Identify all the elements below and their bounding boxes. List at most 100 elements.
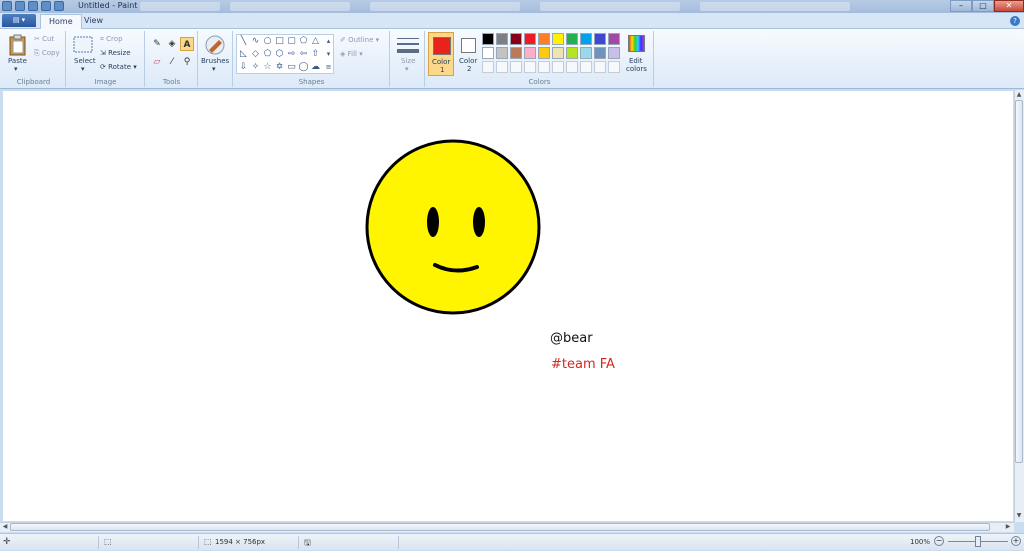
rounded-rectangle-shape-icon[interactable]: ▢ <box>286 36 297 47</box>
palette-swatch[interactable] <box>552 33 564 45</box>
five-point-star-shape-icon[interactable]: ☆ <box>262 62 273 73</box>
palette-empty-swatch[interactable] <box>538 61 550 73</box>
shapes-scroll-up-icon[interactable]: ▴ <box>323 36 334 47</box>
paste-icon[interactable] <box>8 34 28 56</box>
palette-swatch[interactable] <box>496 47 508 59</box>
palette-swatch[interactable] <box>524 33 536 45</box>
hexagon-shape-icon[interactable]: ⬡ <box>274 49 285 60</box>
palette-empty-swatch[interactable] <box>566 61 578 73</box>
crop-button[interactable]: ⌗ Crop <box>100 35 123 44</box>
minimize-button[interactable]: – <box>950 0 972 12</box>
palette-swatch[interactable] <box>580 47 592 59</box>
help-icon[interactable]: ? <box>1010 16 1020 26</box>
palette-swatch[interactable] <box>482 33 494 45</box>
paint-menu-button[interactable]: ▤ ▾ <box>2 14 36 27</box>
close-button[interactable]: ✕ <box>994 0 1024 12</box>
paste-dropdown-icon[interactable]: ▾ <box>14 65 18 73</box>
zoom-out-button[interactable]: − <box>934 536 944 546</box>
palette-empty-swatch[interactable] <box>496 61 508 73</box>
shapes-expand-icon[interactable]: ≡ <box>323 62 334 73</box>
up-arrow-shape-icon[interactable]: ⇧ <box>310 49 321 60</box>
color-picker-icon[interactable]: ⁄ <box>165 55 179 69</box>
pentagon-shape-icon[interactable]: ⬠ <box>262 49 273 60</box>
palette-swatch[interactable] <box>594 47 606 59</box>
size-button-label[interactable]: Size <box>401 57 415 65</box>
palette-empty-swatch[interactable] <box>482 61 494 73</box>
scroll-right-icon[interactable]: ▶ <box>1004 523 1012 531</box>
fill-bucket-icon[interactable]: ◈ <box>165 37 179 51</box>
maximize-button[interactable]: □ <box>972 0 994 12</box>
palette-swatch[interactable] <box>566 47 578 59</box>
oval-callout-shape-icon[interactable]: ◯ <box>298 62 309 73</box>
brushes-icon[interactable] <box>204 34 226 56</box>
copy-button[interactable]: ⎘ Copy <box>34 49 60 58</box>
callout-shape-icon[interactable]: ▭ <box>286 62 297 73</box>
palette-swatch[interactable] <box>608 47 620 59</box>
palette-empty-swatch[interactable] <box>524 61 536 73</box>
four-point-star-shape-icon[interactable]: ✧ <box>250 62 261 73</box>
cut-button[interactable]: ✂ Cut <box>34 35 54 43</box>
magnifier-icon[interactable]: ⚲ <box>180 55 194 69</box>
palette-swatch[interactable] <box>552 47 564 59</box>
fill-button[interactable]: ◈ Fill ▾ <box>340 50 363 58</box>
right-arrow-shape-icon[interactable]: ⇨ <box>286 49 297 60</box>
paint-app-icon[interactable] <box>2 1 12 11</box>
tab-view[interactable]: View <box>76 14 111 29</box>
text-tool-icon[interactable]: A <box>180 37 194 51</box>
drawing-canvas[interactable]: @bear #team FA <box>3 91 1013 521</box>
outline-button[interactable]: ✐ Outline ▾ <box>340 36 379 44</box>
rotate-button[interactable]: ⟳ Rotate ▾ <box>100 63 137 71</box>
resize-button[interactable]: ⇲ Resize <box>100 49 131 57</box>
cloud-callout-shape-icon[interactable]: ☁ <box>310 62 321 73</box>
eraser-icon[interactable]: ▱ <box>150 55 164 69</box>
right-triangle-shape-icon[interactable]: ◺ <box>238 49 249 60</box>
polygon-shape-icon[interactable]: ⬠ <box>298 36 309 47</box>
select-dropdown-icon[interactable]: ▾ <box>81 65 85 73</box>
select-icon[interactable] <box>73 36 93 54</box>
size-dropdown-icon[interactable]: ▾ <box>405 65 409 73</box>
paste-button-label[interactable]: Paste <box>8 57 27 65</box>
palette-empty-swatch[interactable] <box>510 61 522 73</box>
palette-empty-swatch[interactable] <box>608 61 620 73</box>
zoom-in-button[interactable]: + <box>1011 536 1021 546</box>
save-icon[interactable] <box>15 1 25 11</box>
palette-swatch[interactable] <box>594 33 606 45</box>
size-icon[interactable] <box>397 37 419 55</box>
color1-button[interactable]: Color 1 <box>428 32 454 76</box>
rectangle-shape-icon[interactable]: □ <box>274 36 285 47</box>
scroll-down-icon[interactable]: ▼ <box>1015 512 1023 520</box>
undo-icon[interactable] <box>28 1 38 11</box>
palette-empty-swatch[interactable] <box>580 61 592 73</box>
palette-swatch[interactable] <box>510 33 522 45</box>
palette-empty-swatch[interactable] <box>594 61 606 73</box>
select-button-label[interactable]: Select <box>74 57 96 65</box>
palette-swatch[interactable] <box>566 33 578 45</box>
brushes-dropdown-icon[interactable]: ▾ <box>212 65 216 73</box>
curve-shape-icon[interactable]: ∿ <box>250 36 261 47</box>
palette-swatch[interactable] <box>510 47 522 59</box>
color2-button[interactable]: Color 2 <box>456 32 482 76</box>
palette-swatch[interactable] <box>496 33 508 45</box>
scroll-up-icon[interactable]: ▲ <box>1015 91 1023 99</box>
zoom-slider-thumb[interactable] <box>975 536 981 547</box>
customize-qat-icon[interactable] <box>54 1 64 11</box>
palette-swatch[interactable] <box>538 47 550 59</box>
edit-colors-button[interactable]: Edit colors <box>625 32 649 76</box>
line-shape-icon[interactable]: ╲ <box>238 36 249 47</box>
shapes-scroll-down-icon[interactable]: ▾ <box>323 49 334 60</box>
redo-icon[interactable] <box>41 1 51 11</box>
palette-swatch[interactable] <box>580 33 592 45</box>
palette-swatch[interactable] <box>538 33 550 45</box>
brushes-button-label[interactable]: Brushes <box>201 57 229 65</box>
diamond-shape-icon[interactable]: ◇ <box>250 49 261 60</box>
palette-swatch[interactable] <box>524 47 536 59</box>
oval-shape-icon[interactable]: ○ <box>262 36 273 47</box>
palette-empty-swatch[interactable] <box>552 61 564 73</box>
pencil-icon[interactable]: ✎ <box>150 37 164 51</box>
down-arrow-shape-icon[interactable]: ⇩ <box>238 62 249 73</box>
palette-swatch[interactable] <box>608 33 620 45</box>
palette-swatch[interactable] <box>482 47 494 59</box>
scroll-left-icon[interactable]: ◀ <box>1 523 9 531</box>
six-point-star-shape-icon[interactable]: ✡ <box>274 62 285 73</box>
triangle-shape-icon[interactable]: △ <box>310 36 321 47</box>
